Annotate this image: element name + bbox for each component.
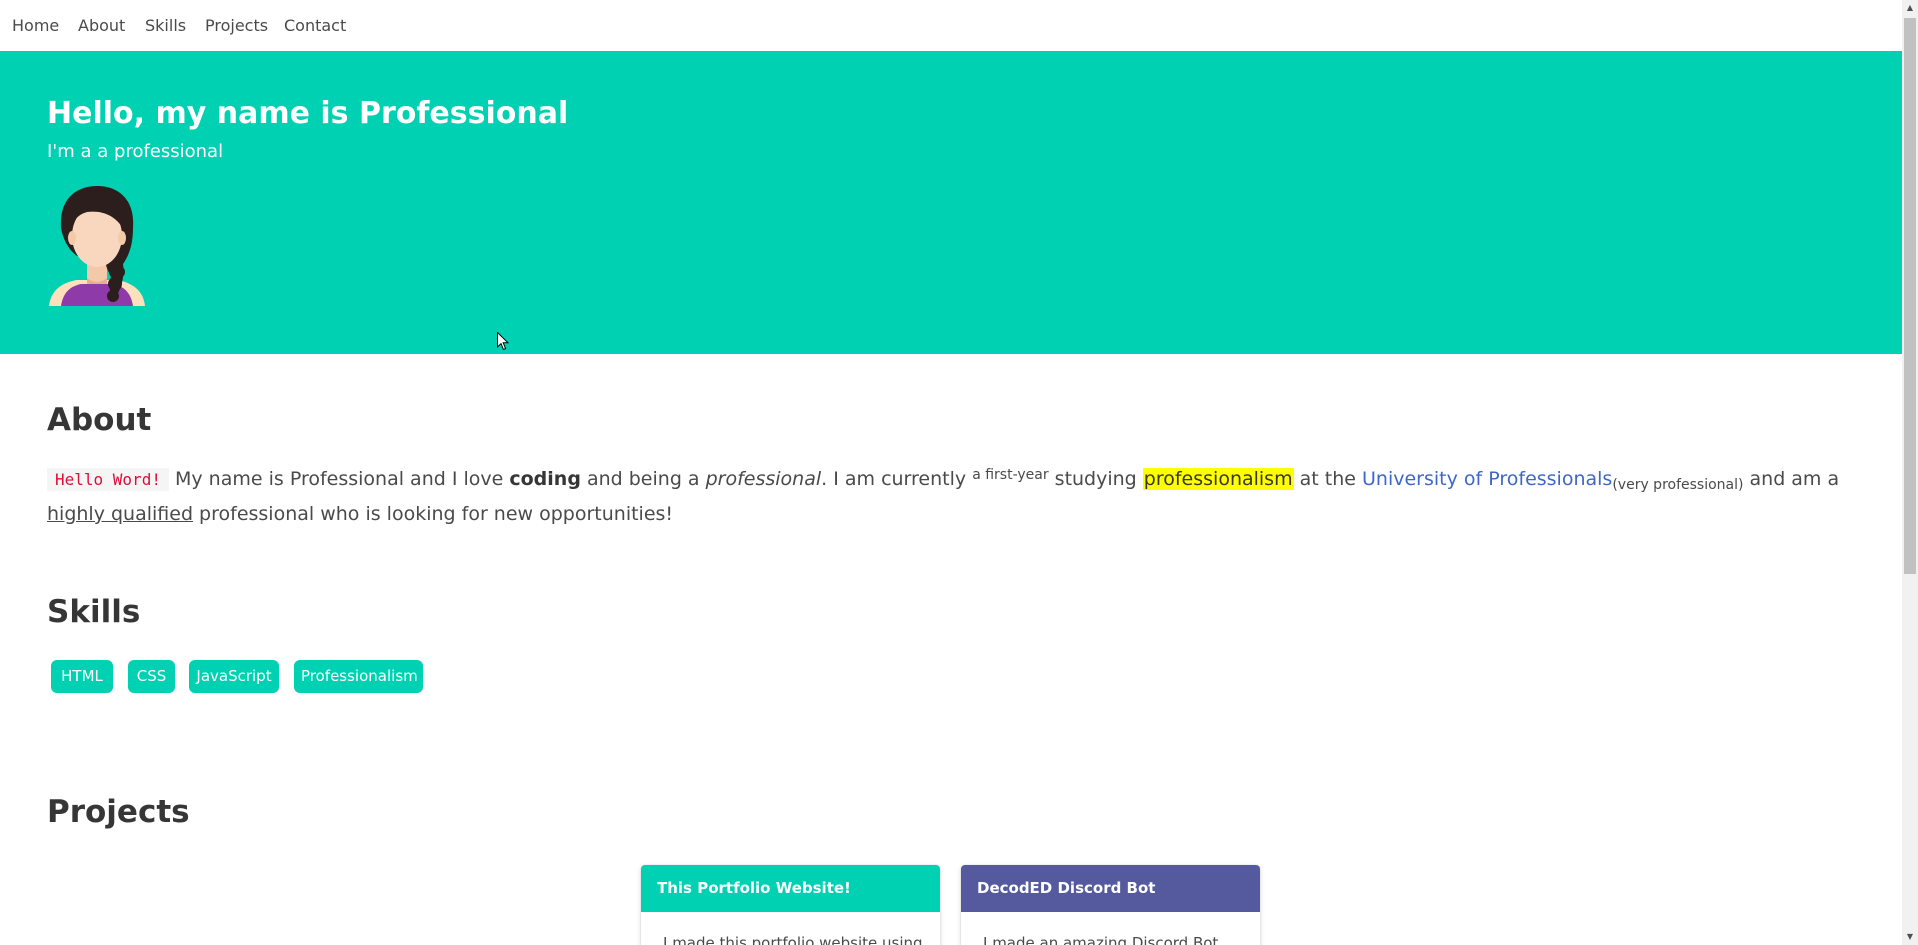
hero-section: Hello, my name is Professional I'm a a p… <box>0 51 1902 354</box>
skill-tag: CSS <box>128 660 175 693</box>
hero-title: Hello, my name is Professional <box>47 96 569 131</box>
nav-home-link[interactable]: Home <box>0 0 71 51</box>
about-text-1: My name is Professional and I love <box>168 468 510 490</box>
card-body: I made this portfolio website using <box>663 934 923 945</box>
professional-italic: professional <box>705 468 822 490</box>
project-card-portfolio[interactable]: This Portfolio Website! I made this port… <box>641 865 940 945</box>
skill-tag: Professionalism <box>294 660 423 693</box>
nav-about-link[interactable]: About <box>66 0 137 51</box>
scroll-up-arrow-icon[interactable]: ▲ <box>1902 0 1918 16</box>
card-header: DecodED Discord Bot <box>961 865 1260 912</box>
mouse-cursor-icon <box>497 332 509 351</box>
avatar-image <box>49 186 145 306</box>
about-paragraph: Hello Word! My name is Professional and … <box>47 461 1859 529</box>
about-text-7: professional who is looking for new oppo… <box>193 503 674 525</box>
coding-bold: coding <box>509 468 581 490</box>
very-professional-subscript: (very professional) <box>1612 477 1744 493</box>
projects-title: Projects <box>47 794 190 830</box>
nav-skills-link[interactable]: Skills <box>133 0 198 51</box>
about-text-2: and being a <box>580 468 706 490</box>
page: Home About Skills Projects Contact Hello… <box>0 0 1902 945</box>
skill-tag: JavaScript <box>189 660 279 693</box>
scroll-down-arrow-icon[interactable]: ▼ <box>1902 929 1918 945</box>
nav-contact-link[interactable]: Contact <box>272 0 358 51</box>
about-text-3: . I am currently <box>821 468 973 490</box>
vertical-scrollbar[interactable]: ▲ ▼ <box>1902 0 1918 945</box>
skills-title: Skills <box>47 594 141 630</box>
about-text-6: and am a <box>1743 468 1840 490</box>
professionalism-highlight: professionalism <box>1142 468 1294 490</box>
university-link[interactable]: University of Professionals <box>1362 468 1612 490</box>
navbar: Home About Skills Projects Contact <box>0 0 1902 51</box>
first-year-superscript: a first-year <box>972 467 1049 483</box>
hero-subtitle: I'm a a professional <box>47 141 224 162</box>
nav-projects-link[interactable]: Projects <box>193 0 280 51</box>
scrollbar-thumb[interactable] <box>1904 18 1916 574</box>
highly-qualified-underline: highly qualified <box>47 503 194 525</box>
card-body: I made an amazing Discord Bot <box>983 934 1219 945</box>
skill-tag: HTML <box>51 660 113 693</box>
hello-code: Hello Word! <box>47 468 169 491</box>
project-card-discord-bot[interactable]: DecodED Discord Bot I made an amazing Di… <box>961 865 1260 945</box>
card-header: This Portfolio Website! <box>641 865 940 912</box>
about-text-5: at the <box>1293 468 1362 490</box>
about-text-4: studying <box>1048 468 1143 490</box>
about-title: About <box>47 402 152 438</box>
